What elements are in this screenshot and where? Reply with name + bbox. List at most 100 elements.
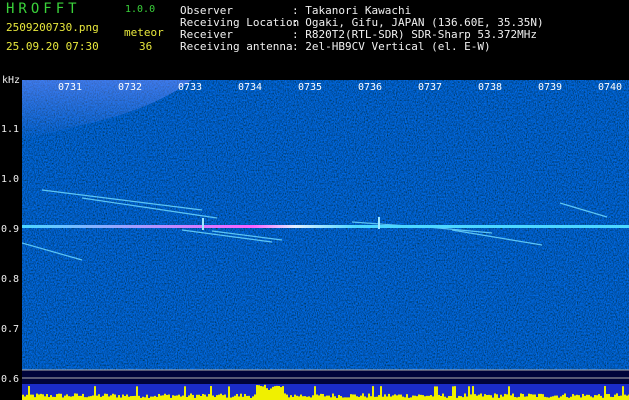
carrier-line <box>22 225 629 228</box>
power-bar <box>444 396 446 400</box>
power-bar <box>180 396 182 400</box>
power-bar <box>442 393 444 400</box>
power-bar <box>118 395 120 400</box>
power-bar <box>370 396 372 400</box>
power-bar <box>608 394 610 400</box>
x-tick: 0731 <box>58 82 83 93</box>
power-bar <box>146 394 148 400</box>
power-bar <box>274 386 276 400</box>
power-bar <box>110 395 112 400</box>
power-bar <box>430 395 432 400</box>
power-bar <box>218 394 220 400</box>
power-bar <box>208 394 210 400</box>
power-bar <box>598 394 600 400</box>
power-bar <box>480 393 482 400</box>
power-bar <box>454 386 456 400</box>
power-bar <box>174 395 176 400</box>
power-bar <box>246 395 248 400</box>
hrofft-window: HROFFT 1.0.0 2509200730.png meteor 25.09… <box>0 0 629 400</box>
power-bar <box>88 396 90 400</box>
power-bar <box>584 395 586 400</box>
power-bar <box>502 396 504 400</box>
power-bar <box>510 395 512 400</box>
power-bar <box>320 393 322 400</box>
power-bar <box>426 395 428 400</box>
power-bar <box>482 396 484 400</box>
power-bar <box>394 394 396 400</box>
power-bar <box>256 385 258 400</box>
power-bar <box>406 394 408 400</box>
power-bar <box>398 394 400 400</box>
power-bar <box>614 394 616 400</box>
power-bar <box>424 396 426 400</box>
power-bar <box>168 394 170 400</box>
power-bar <box>540 393 542 400</box>
power-bar <box>196 394 198 400</box>
power-bar <box>534 394 536 400</box>
power-bar <box>254 394 256 400</box>
power-bar <box>290 395 292 400</box>
power-bar <box>136 386 138 400</box>
power-bar <box>434 386 436 400</box>
power-bar <box>184 386 186 400</box>
power-bar <box>574 395 576 400</box>
power-bar <box>500 394 502 400</box>
power-bar <box>554 395 556 400</box>
power-bar <box>210 386 212 400</box>
power-bar <box>258 385 260 400</box>
power-bar <box>620 395 622 400</box>
power-bar <box>238 396 240 400</box>
power-bar <box>40 393 42 400</box>
power-bar <box>94 386 96 400</box>
power-bar <box>44 396 46 400</box>
power-bar <box>166 394 168 400</box>
power-bar <box>496 394 498 400</box>
file-name: 2509200730.png <box>6 21 99 34</box>
power-bar <box>220 393 222 400</box>
power-bar <box>530 394 532 400</box>
power-bar <box>380 386 382 400</box>
power-bar <box>386 396 388 400</box>
power-bar <box>624 394 626 400</box>
power-bar <box>388 393 390 400</box>
power-bar <box>606 394 608 400</box>
power-bar <box>586 394 588 400</box>
power-bar <box>198 394 200 400</box>
power-bar <box>334 396 336 400</box>
power-bar <box>188 395 190 400</box>
power-bar <box>596 395 598 400</box>
power-bar <box>270 388 272 400</box>
x-tick: 0732 <box>118 82 143 93</box>
power-bar <box>190 393 192 400</box>
power-bar <box>528 393 530 400</box>
power-bar <box>112 393 114 400</box>
power-bar <box>104 393 106 400</box>
power-bar <box>74 393 76 400</box>
power-bar <box>284 393 286 400</box>
power-bar <box>400 394 402 400</box>
power-bar <box>582 393 584 400</box>
antenna-value: : 2el-HB9CV Vertical (el. E-W) <box>292 40 491 53</box>
power-bar <box>312 395 314 400</box>
app-name: HROFFT <box>6 1 81 17</box>
power-bar <box>138 395 140 400</box>
x-tick: 0735 <box>298 82 323 93</box>
power-bar <box>182 395 184 400</box>
y-tick: 0.6 <box>1 374 20 385</box>
power-bar <box>626 395 628 400</box>
x-tick: 0734 <box>238 82 263 93</box>
power-bar <box>552 396 554 400</box>
power-bar <box>390 396 392 400</box>
power-bar <box>416 396 418 400</box>
power-bar <box>192 394 194 400</box>
x-tick: 0739 <box>538 82 563 93</box>
power-bar <box>488 394 490 400</box>
power-bar <box>360 395 362 400</box>
power-bar <box>50 395 52 400</box>
power-bar <box>512 393 514 400</box>
power-bar <box>60 393 62 400</box>
power-bar <box>300 394 302 400</box>
y-tick: 1.0 <box>1 174 20 185</box>
power-bar <box>24 396 26 400</box>
power-bar <box>152 396 154 400</box>
